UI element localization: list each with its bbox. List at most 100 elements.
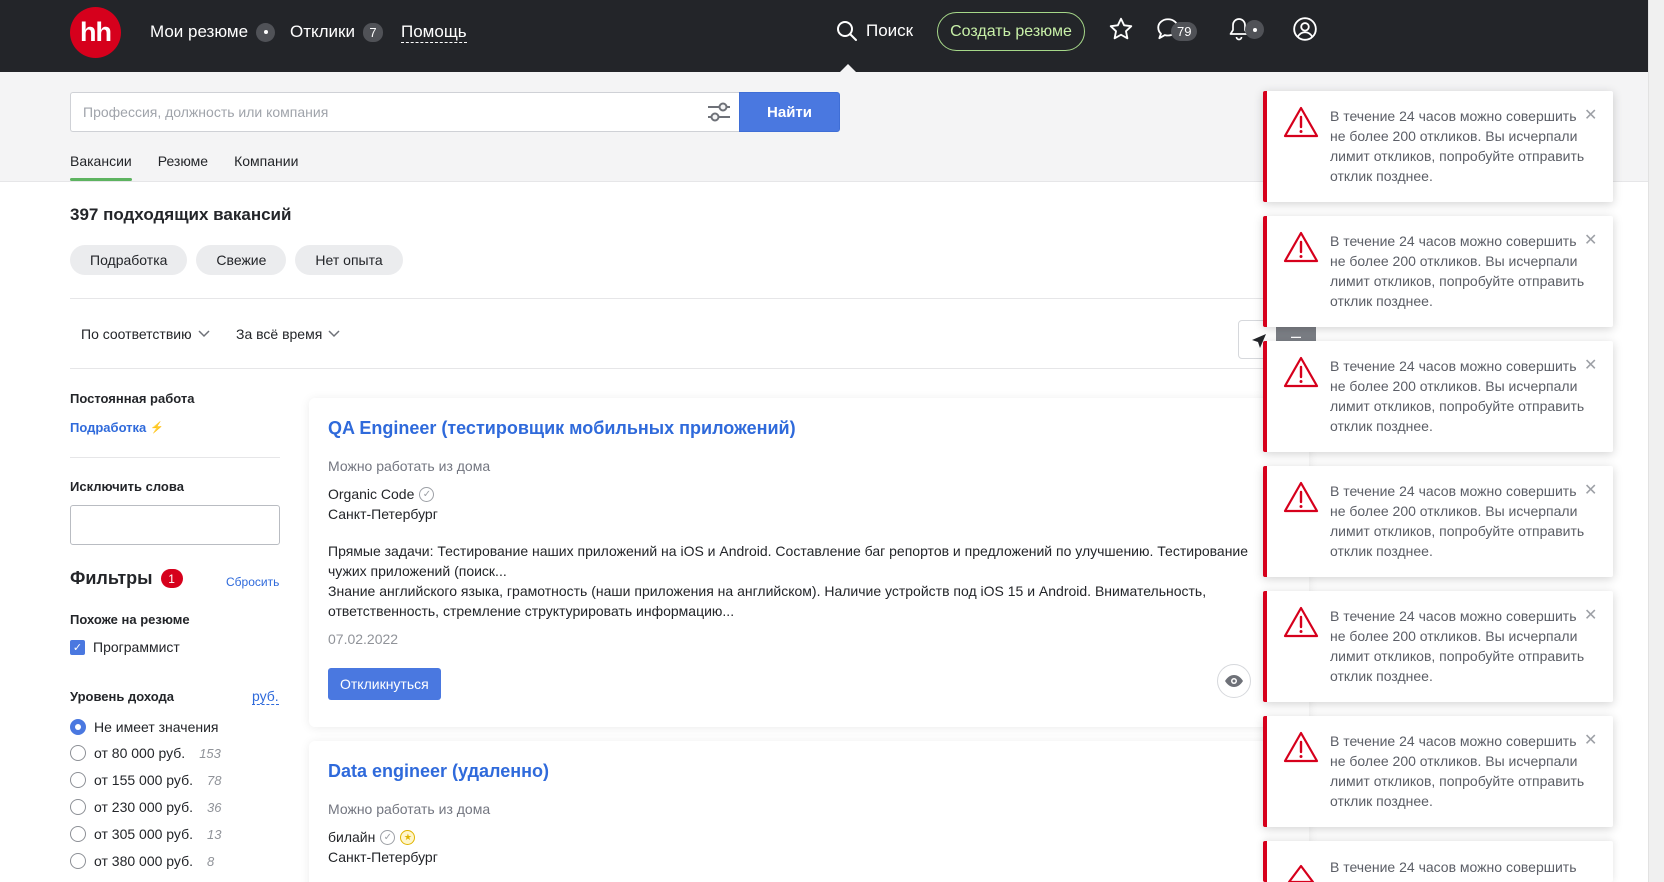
star-icon bbox=[1109, 17, 1133, 40]
lightning-icon: ⚡ bbox=[150, 422, 164, 434]
filters-title: Фильтры 1 bbox=[70, 568, 183, 589]
warning-triangle-icon bbox=[1283, 231, 1319, 263]
filters-title-label: Фильтры bbox=[70, 568, 153, 588]
checkbox-checked-icon: ✓ bbox=[70, 639, 85, 655]
error-notification: В течение 24 часов можно совершить не бо… bbox=[1263, 591, 1613, 702]
dot-badge bbox=[256, 22, 276, 42]
vacancy-remote-label: Можно работать из дома bbox=[328, 458, 491, 474]
warning-triangle-icon bbox=[1287, 864, 1315, 882]
nav-responses[interactable]: Отклики 7 bbox=[290, 22, 383, 42]
tab-companies[interactable]: Компании bbox=[234, 153, 298, 181]
chip-no-experience[interactable]: Нет опыта bbox=[295, 245, 403, 275]
notification-text: В течение 24 часов можно совершить не бо… bbox=[1330, 733, 1585, 809]
currency-link[interactable]: руб. bbox=[252, 688, 279, 705]
quick-filter-chips: Подработка Свежие Нет опыта bbox=[70, 245, 403, 275]
chip-fresh[interactable]: Свежие bbox=[196, 245, 287, 275]
income-option-label: от 230 000 руб. bbox=[94, 799, 193, 815]
nav-my-resumes[interactable]: Мои резюме bbox=[150, 22, 276, 42]
similar-resume-heading: Похоже на резюме bbox=[70, 612, 190, 627]
error-notification: В течение 24 часов можно совершить не бо… bbox=[1263, 216, 1613, 327]
favorites-button[interactable] bbox=[1108, 16, 1134, 42]
messages-count-badge: 79 bbox=[1171, 22, 1198, 41]
search-nav-link[interactable]: Поиск bbox=[836, 20, 913, 42]
find-button[interactable]: Найти bbox=[739, 92, 840, 132]
vacancy-title-link[interactable]: QA Engineer (тестировщик мобильных прило… bbox=[328, 418, 796, 439]
nav-help-label: Помощь bbox=[401, 22, 467, 43]
income-option-label: от 305 000 руб. bbox=[94, 826, 193, 842]
nav-help[interactable]: Помощь bbox=[401, 22, 467, 43]
income-option[interactable]: от 305 000 руб. 13 bbox=[70, 826, 221, 842]
eye-icon bbox=[1225, 675, 1243, 687]
profile-button[interactable] bbox=[1292, 16, 1318, 42]
income-option[interactable]: от 230 000 руб. 36 bbox=[70, 799, 221, 815]
error-notification: В течение 24 часов можно совершить bbox=[1263, 841, 1613, 882]
close-icon[interactable]: ✕ bbox=[1584, 355, 1597, 375]
income-heading: Уровень дохода bbox=[70, 689, 175, 704]
nav-my-resumes-label: Мои резюме bbox=[150, 22, 249, 41]
sort-order-label: По соответствию bbox=[81, 326, 192, 342]
close-icon[interactable]: ✕ bbox=[1584, 105, 1597, 125]
sort-order-dropdown[interactable]: По соответствию bbox=[81, 326, 210, 342]
vacancy-company-link[interactable]: билайн ✓ ★ bbox=[328, 829, 416, 845]
active-caret bbox=[840, 64, 856, 72]
exclude-words-input[interactable] bbox=[70, 505, 280, 545]
income-option[interactable]: Не имеет значения bbox=[70, 719, 218, 735]
tab-resumes[interactable]: Резюме bbox=[158, 153, 208, 181]
divider bbox=[70, 368, 1308, 369]
vacancy-requirements: Знание английского языка, грамотность (н… bbox=[328, 583, 1207, 619]
warning-triangle-icon bbox=[1283, 356, 1319, 388]
hh-logo[interactable]: hh bbox=[70, 7, 121, 58]
exclude-words-heading: Исключить слова bbox=[70, 479, 184, 494]
award-icon: ★ bbox=[400, 829, 416, 845]
income-option[interactable]: от 155 000 руб. 78 bbox=[70, 772, 221, 788]
similar-resume-checkbox[interactable]: ✓ Программист bbox=[70, 639, 180, 655]
close-icon[interactable]: ✕ bbox=[1584, 480, 1597, 500]
respond-button[interactable]: Откликнуться bbox=[328, 668, 441, 700]
responses-count-badge: 7 bbox=[363, 22, 383, 42]
error-notification: В течение 24 часов можно совершить не бо… bbox=[1263, 91, 1613, 202]
company-name: Organic Code bbox=[328, 486, 415, 502]
radio-icon bbox=[70, 745, 86, 761]
income-option-count: 78 bbox=[206, 772, 222, 788]
chevron-down-icon bbox=[198, 330, 210, 338]
radio-icon bbox=[70, 853, 86, 869]
vacancy-card: Data engineer (удаленно) Можно работать … bbox=[309, 741, 1309, 882]
income-option-count: 8 bbox=[206, 853, 215, 869]
income-option-count: 36 bbox=[206, 799, 222, 815]
vacancy-date: 07.02.2022 bbox=[328, 631, 399, 647]
reset-filters-link[interactable]: Сбросить bbox=[226, 575, 279, 589]
tab-vacancies[interactable]: Вакансии bbox=[70, 153, 132, 181]
vertical-scrollbar[interactable] bbox=[1648, 0, 1664, 882]
vacancy-company-link[interactable]: Organic Code ✓ bbox=[328, 486, 435, 502]
warning-triangle-icon bbox=[1283, 481, 1319, 513]
chip-parttime[interactable]: Подработка bbox=[70, 245, 188, 275]
notification-text: В течение 24 часов можно совершить не бо… bbox=[1330, 608, 1585, 684]
sort-period-dropdown[interactable]: За всё время bbox=[236, 326, 340, 342]
radio-icon bbox=[70, 799, 86, 815]
search-icon bbox=[837, 21, 857, 41]
warning-triangle-icon bbox=[1283, 731, 1319, 763]
search-nav-label: Поиск bbox=[866, 21, 914, 40]
close-icon[interactable]: ✕ bbox=[1584, 730, 1597, 750]
radio-icon bbox=[70, 772, 86, 788]
advanced-search-button[interactable] bbox=[706, 100, 732, 129]
hide-vacancy-button[interactable] bbox=[1217, 664, 1251, 698]
warning-triangle-icon bbox=[1283, 606, 1319, 638]
close-icon[interactable]: ✕ bbox=[1584, 230, 1597, 250]
parttime-link-label: Подработка bbox=[70, 420, 147, 435]
notification-text: В течение 24 часов можно совершить не бо… bbox=[1330, 108, 1585, 184]
filters-count-badge: 1 bbox=[160, 569, 183, 588]
create-resume-button[interactable]: Создать резюме bbox=[937, 12, 1085, 51]
vacancy-city: Санкт-Петербург bbox=[328, 506, 438, 522]
parttime-link[interactable]: Подработка ⚡ bbox=[70, 420, 164, 435]
vacancy-responsibilities: Прямые задачи: Тестирование наших прилож… bbox=[328, 543, 1249, 579]
radio-selected-icon bbox=[70, 719, 86, 735]
search-input[interactable] bbox=[70, 92, 740, 132]
vacancy-title-link[interactable]: Data engineer (удаленно) bbox=[328, 761, 549, 782]
income-option[interactable]: от 380 000 руб. 8 bbox=[70, 853, 214, 869]
close-icon[interactable]: ✕ bbox=[1584, 605, 1597, 625]
vacancy-city: Санкт-Петербург bbox=[328, 849, 438, 865]
income-option[interactable]: от 80 000 руб. 153 bbox=[70, 745, 221, 761]
error-notification: В течение 24 часов можно совершить не бо… bbox=[1263, 341, 1613, 452]
notification-text: В течение 24 часов можно совершить не бо… bbox=[1330, 358, 1585, 434]
